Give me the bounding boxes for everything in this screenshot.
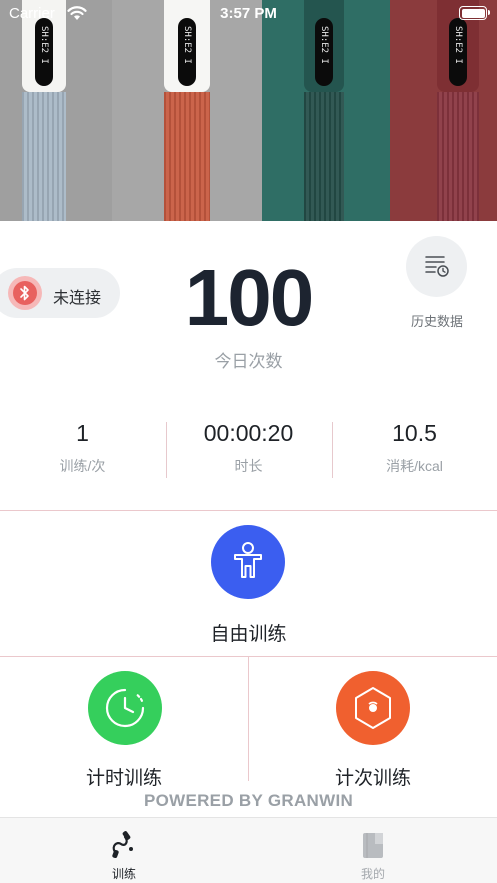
tab-training[interactable]: 训练 [0,818,248,883]
product-banner-image: SH:E2 I SH:E2 I SH:E2 I SH:E2 I [0,0,497,221]
free-training-label: 自由训练 [210,624,287,645]
status-bar: Carrier 3:57 PM [0,0,497,28]
free-training-button[interactable]: 自由训练 [0,511,497,655]
history-data-label[interactable]: 历史数据 [394,311,480,330]
metric-calories: 10.5 消耗/kcal [332,420,497,476]
bottom-tab-bar: 训练 我的 [0,817,497,883]
tab-label: 我的 [360,867,385,881]
powered-by-text: POWERED BY GRANWIN [0,791,497,811]
jump-rope-icon [112,831,133,858]
tab-mine[interactable]: 我的 [249,818,497,883]
today-count-label: 今日次数 [214,352,283,371]
counted-training-label[interactable]: 计次训练 [249,763,497,790]
rope-display: SH:E2 I [178,18,196,86]
free-training-icon [211,525,285,599]
timed-training-label[interactable]: 计时训练 [0,763,248,790]
metric-sessions: 1 训练/次 [0,420,165,476]
tab-label: 训练 [111,867,136,881]
metric-duration: 00:00:20 时长 [166,420,331,476]
metric-label: 时长 [234,458,263,474]
metric-value: 00:00:20 [203,420,294,446]
status-time: 3:57 PM [220,5,277,22]
counted-training-button[interactable] [336,671,410,745]
history-list-icon [425,256,449,277]
counter-hexagon-icon [355,687,391,729]
history-data-button[interactable] [406,236,467,297]
rope-display: SH:E2 I [315,18,333,86]
timed-training-button[interactable] [88,671,162,745]
training-metrics: 1 训练/次 00:00:20 时长 10.5 消耗/kcal [0,420,497,480]
battery-icon [459,6,490,20]
rope-display: SH:E2 I [449,18,467,86]
metric-divider [332,422,333,478]
metric-value: 10.5 [392,420,437,446]
profile-book-icon [363,833,383,858]
metric-label: 训练/次 [59,458,106,474]
metric-label: 消耗/kcal [386,458,443,474]
metric-divider [166,422,167,478]
rope-display: SH:E2 I [35,18,53,86]
stopwatch-icon [105,688,145,728]
metric-value: 1 [76,420,89,446]
